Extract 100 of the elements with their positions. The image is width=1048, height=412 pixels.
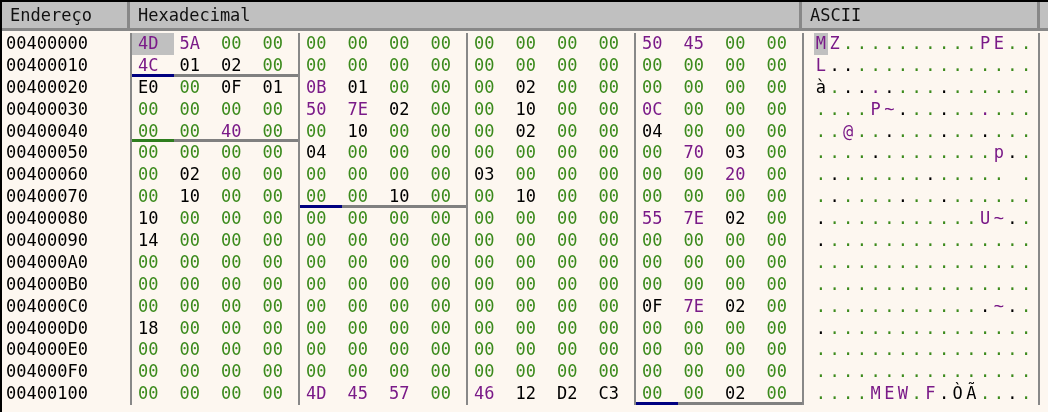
- hex-byte[interactable]: 00: [173, 273, 215, 296]
- hex-byte[interactable]: 00: [424, 33, 466, 55]
- hex-byte[interactable]: 00: [592, 33, 634, 55]
- hex-byte[interactable]: 00: [132, 295, 174, 318]
- hex-byte[interactable]: 00: [636, 164, 678, 187]
- hex-byte[interactable]: 00: [592, 120, 634, 143]
- hex-byte[interactable]: 10: [509, 98, 551, 121]
- hex-byte[interactable]: 00: [509, 54, 551, 77]
- hex-byte[interactable]: 02: [719, 208, 761, 230]
- hex-byte[interactable]: 00: [551, 361, 593, 384]
- hex-byte[interactable]: 00: [760, 76, 802, 99]
- hex-byte[interactable]: 00: [341, 164, 383, 187]
- hex-byte[interactable]: 00: [719, 230, 761, 252]
- hex-byte[interactable]: 00: [424, 339, 466, 362]
- hex-byte[interactable]: 00: [132, 383, 174, 406]
- hex-byte[interactable]: 01: [173, 54, 215, 77]
- hex-byte[interactable]: 00: [215, 164, 257, 187]
- hex-byte[interactable]: 01: [341, 76, 383, 99]
- hex-byte[interactable]: 00: [215, 317, 257, 340]
- hex-byte[interactable]: 00: [636, 317, 678, 340]
- hex-byte[interactable]: 00: [719, 33, 761, 55]
- hex-byte[interactable]: 00: [760, 251, 802, 274]
- hex-byte[interactable]: 00: [173, 383, 215, 406]
- hex-byte[interactable]: 00: [256, 164, 298, 187]
- hex-byte[interactable]: 7E: [677, 295, 719, 318]
- hex-byte[interactable]: 00: [341, 317, 383, 340]
- hex-byte[interactable]: 00: [677, 230, 719, 252]
- hex-byte[interactable]: 00: [636, 339, 678, 362]
- hex-byte[interactable]: 00: [677, 54, 719, 77]
- hex-byte[interactable]: 00: [256, 251, 298, 274]
- hex-byte[interactable]: 00: [383, 295, 425, 318]
- hex-byte[interactable]: 00: [719, 273, 761, 296]
- hex-byte[interactable]: 00: [636, 273, 678, 296]
- hex-byte[interactable]: 00: [719, 120, 761, 143]
- hex-byte[interactable]: 03: [468, 164, 510, 187]
- hex-byte[interactable]: 00: [132, 164, 174, 187]
- hex-byte[interactable]: 00: [256, 54, 298, 77]
- hex-byte[interactable]: 0F: [636, 295, 678, 318]
- hex-byte[interactable]: 00: [173, 230, 215, 252]
- hex-byte[interactable]: 00: [173, 317, 215, 340]
- hex-byte[interactable]: C3: [592, 383, 634, 406]
- hex-byte[interactable]: 00: [424, 361, 466, 384]
- hex-byte[interactable]: 00: [760, 120, 802, 143]
- hex-byte[interactable]: 00: [256, 383, 298, 406]
- hex-byte[interactable]: 00: [300, 361, 342, 384]
- hex-byte[interactable]: 00: [383, 273, 425, 296]
- hex-byte[interactable]: 00: [760, 186, 802, 209]
- hex-byte[interactable]: 00: [551, 230, 593, 252]
- hex-byte[interactable]: 00: [719, 186, 761, 209]
- hex-byte[interactable]: 00: [551, 142, 593, 165]
- hex-byte[interactable]: 00: [300, 339, 342, 362]
- hex-byte[interactable]: 00: [341, 251, 383, 274]
- hex-byte[interactable]: 50: [300, 98, 342, 121]
- column-header[interactable]: ASCII: [802, 2, 1040, 28]
- hex-byte[interactable]: 70: [677, 142, 719, 165]
- hex-byte[interactable]: 00: [300, 295, 342, 318]
- hex-byte[interactable]: 00: [424, 383, 466, 406]
- hex-byte[interactable]: 00: [636, 251, 678, 274]
- hex-byte[interactable]: 00: [760, 383, 802, 406]
- hex-byte[interactable]: 00: [636, 361, 678, 384]
- hex-byte[interactable]: 00: [215, 295, 257, 318]
- hex-byte[interactable]: 00: [592, 164, 634, 187]
- hex-byte[interactable]: 00: [256, 339, 298, 362]
- hex-byte[interactable]: 00: [341, 186, 383, 209]
- hex-byte[interactable]: 00: [677, 186, 719, 209]
- hex-byte[interactable]: 00: [256, 208, 298, 230]
- hex-byte[interactable]: 00: [173, 208, 215, 230]
- hex-byte[interactable]: 00: [760, 317, 802, 340]
- hex-byte[interactable]: 00: [677, 120, 719, 143]
- hex-byte[interactable]: 00: [677, 339, 719, 362]
- hex-byte[interactable]: 00: [173, 295, 215, 318]
- hex-byte[interactable]: 00: [592, 273, 634, 296]
- hex-byte[interactable]: 04: [636, 120, 678, 143]
- hex-byte[interactable]: 00: [173, 339, 215, 362]
- hex-byte[interactable]: 00: [132, 251, 174, 274]
- hex-byte[interactable]: 00: [760, 142, 802, 165]
- hex-byte[interactable]: 00: [256, 295, 298, 318]
- hex-byte[interactable]: 00: [636, 186, 678, 209]
- hex-byte[interactable]: 57: [383, 383, 425, 406]
- hex-byte[interactable]: 00: [132, 98, 174, 121]
- hex-byte[interactable]: 02: [509, 120, 551, 143]
- hex-byte[interactable]: 00: [719, 339, 761, 362]
- hex-byte[interactable]: 00: [215, 339, 257, 362]
- hex-byte[interactable]: 00: [509, 142, 551, 165]
- hex-byte[interactable]: 00: [215, 142, 257, 165]
- hex-byte[interactable]: 00: [592, 339, 634, 362]
- hex-byte[interactable]: 00: [677, 273, 719, 296]
- hex-byte[interactable]: 45: [341, 383, 383, 406]
- hex-byte[interactable]: 02: [719, 295, 761, 318]
- hex-byte[interactable]: 00: [468, 273, 510, 296]
- hex-byte[interactable]: 00: [383, 317, 425, 340]
- hex-byte[interactable]: 00: [341, 295, 383, 318]
- hex-byte[interactable]: 00: [468, 208, 510, 230]
- hex-byte[interactable]: 00: [215, 251, 257, 274]
- hex-byte[interactable]: 00: [383, 120, 425, 143]
- hex-byte[interactable]: 00: [677, 361, 719, 384]
- hex-byte[interactable]: 00: [677, 98, 719, 121]
- hex-byte[interactable]: 00: [173, 98, 215, 121]
- hex-byte[interactable]: 00: [256, 361, 298, 384]
- hex-byte[interactable]: 4D: [132, 33, 174, 55]
